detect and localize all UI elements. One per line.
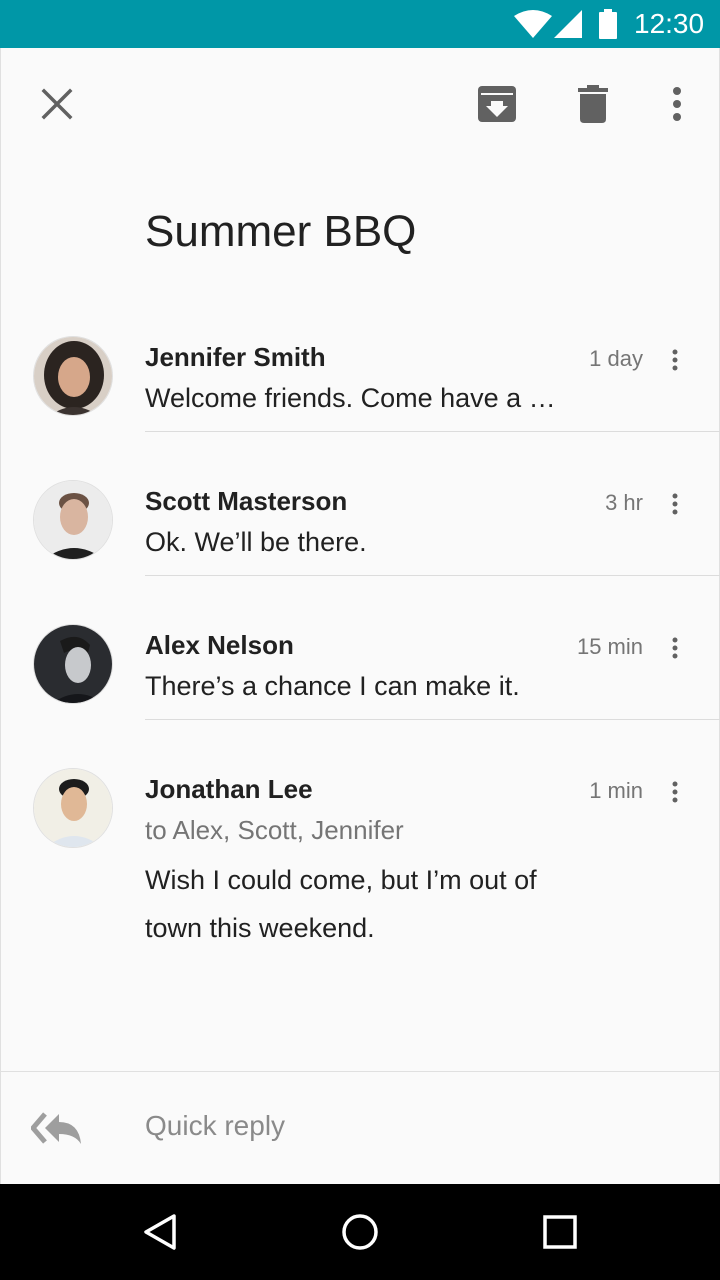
back-button[interactable] — [136, 1208, 184, 1256]
message-more-button[interactable] — [659, 488, 691, 520]
message-time: 1 min — [589, 778, 643, 803]
archive-icon — [478, 86, 516, 122]
more-vert-icon — [672, 781, 678, 803]
more-vert-icon — [673, 87, 681, 121]
message-item[interactable]: Alex Nelson 15 min There’s a chance I ca… — [1, 576, 720, 720]
email-thread-screen: Summer BBQ Jennifer Smith 1 day Welcome … — [0, 48, 720, 1184]
recent-apps-button[interactable] — [536, 1208, 584, 1256]
avatar — [33, 768, 113, 848]
sender-name: Alex Nelson — [145, 630, 294, 660]
battery-icon — [599, 9, 617, 39]
avatar — [33, 624, 113, 704]
message-recipients: to Alex, Scott, Jennifer — [145, 815, 404, 845]
message-snippet: Ok. We’ll be there. — [145, 527, 367, 557]
message-more-button[interactable] — [659, 344, 691, 376]
status-bar: 12:30 — [0, 0, 720, 48]
home-icon — [342, 1214, 378, 1250]
sender-name: Jonathan Lee — [145, 774, 313, 804]
delete-button[interactable] — [565, 76, 621, 132]
reply-all-icon — [31, 1112, 81, 1144]
message-item[interactable]: Scott Masterson 3 hr Ok. We’ll be there. — [1, 432, 720, 576]
back-icon — [144, 1214, 176, 1250]
quick-reply-input[interactable]: Quick reply — [145, 1108, 285, 1144]
avatar — [33, 480, 113, 560]
delete-icon — [578, 85, 608, 123]
more-vert-icon — [672, 637, 678, 659]
more-vert-icon — [672, 493, 678, 515]
archive-button[interactable] — [469, 76, 525, 132]
message-item[interactable]: Jennifer Smith 1 day Welcome friends. Co… — [1, 288, 720, 432]
message-time: 3 hr — [605, 490, 643, 515]
navigation-bar — [0, 1184, 720, 1280]
more-options-button[interactable] — [649, 76, 705, 132]
thread-subject: Summer BBQ — [145, 207, 417, 256]
avatar — [33, 336, 113, 416]
message-time: 15 min — [576, 634, 643, 659]
close-button[interactable] — [29, 76, 85, 132]
sender-name: Scott Masterson — [145, 486, 348, 516]
cell-signal-icon — [554, 10, 582, 38]
message-time: 1 day — [589, 346, 643, 371]
quick-reply-bar[interactable]: Quick reply — [1, 1071, 720, 1184]
recent-apps-icon — [543, 1215, 577, 1249]
message-body: Wish I could come, but I’m out of town t… — [145, 865, 537, 943]
message-item-expanded[interactable]: Jonathan Lee 1 min to Alex, Scott, Jenni… — [1, 720, 720, 1020]
wifi-icon — [514, 10, 552, 38]
message-snippet: Welcome friends. Come have a … — [145, 383, 556, 413]
message-more-button[interactable] — [659, 632, 691, 664]
sender-name: Jennifer Smith — [145, 342, 326, 372]
clock: 12:30 — [634, 8, 705, 39]
close-icon — [41, 88, 73, 120]
message-more-button[interactable] — [659, 776, 691, 808]
message-snippet: There’s a chance I can make it. — [145, 671, 520, 701]
toolbar — [1, 48, 720, 160]
more-vert-icon — [672, 349, 678, 371]
home-button[interactable] — [336, 1208, 384, 1256]
